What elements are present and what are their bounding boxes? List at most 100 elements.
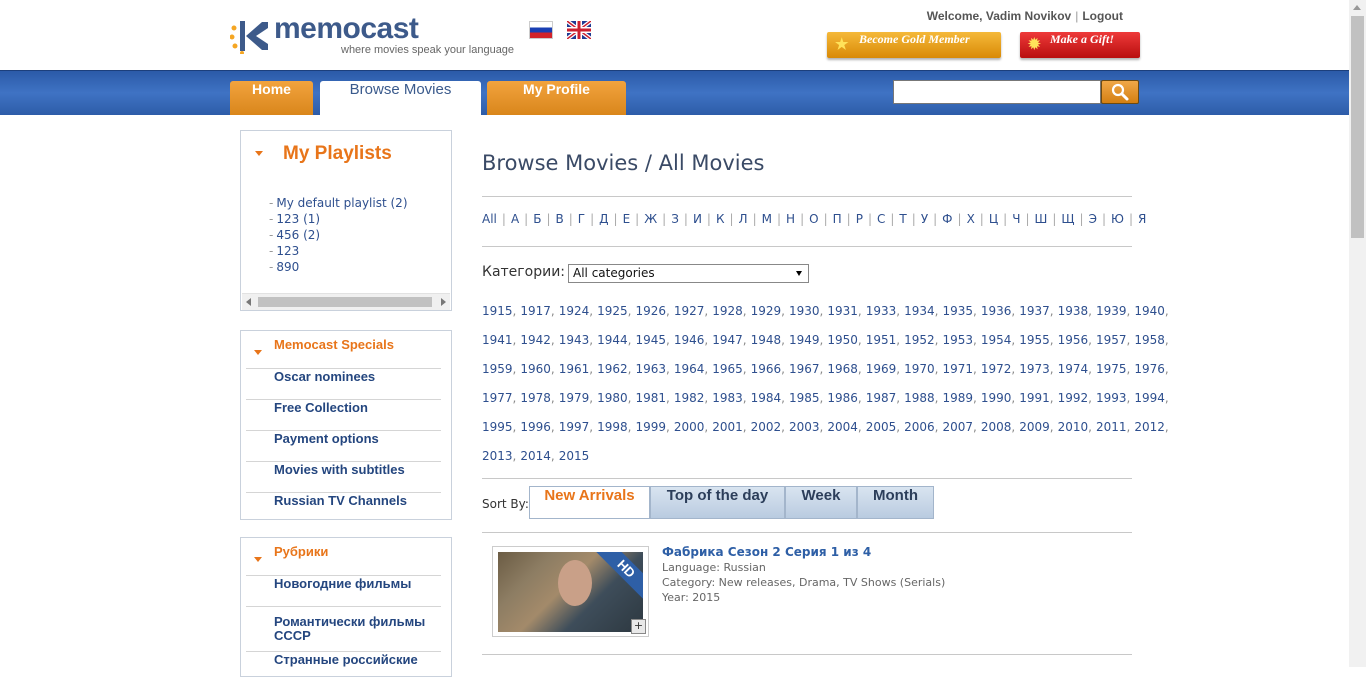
logout-link[interactable]: Logout (1082, 9, 1123, 23)
alphabet-letter-link[interactable]: Н (786, 212, 795, 226)
year-link[interactable]: 1943 (559, 333, 590, 347)
year-link[interactable]: 1964 (674, 362, 705, 376)
year-link[interactable]: 1995 (482, 420, 513, 434)
russian-flag-icon[interactable] (529, 21, 553, 39)
alphabet-letter-link[interactable]: М (762, 212, 772, 226)
year-link[interactable]: 1984 (751, 391, 782, 405)
scroll-left-icon[interactable] (246, 298, 251, 306)
sidebar-item-oscar-nominees[interactable]: Oscar nominees (246, 369, 441, 400)
year-link[interactable]: 1924 (559, 304, 590, 318)
year-link[interactable]: 1958 (1134, 333, 1165, 347)
alphabet-letter-link[interactable]: Г (578, 212, 585, 226)
year-link[interactable]: 1947 (712, 333, 743, 347)
year-link[interactable]: 1990 (981, 391, 1012, 405)
year-link[interactable]: 1993 (1096, 391, 1127, 405)
year-link[interactable]: 1928 (712, 304, 743, 318)
year-link[interactable]: 1973 (1019, 362, 1050, 376)
year-link[interactable]: 1940 (1134, 304, 1165, 318)
alphabet-letter-link[interactable]: Я (1138, 212, 1146, 226)
year-link[interactable]: 1980 (597, 391, 628, 405)
year-link[interactable]: 1977 (482, 391, 513, 405)
year-link[interactable]: 1965 (712, 362, 743, 376)
year-link[interactable]: 2006 (904, 420, 935, 434)
year-link[interactable]: 1978 (520, 391, 551, 405)
year-link[interactable]: 1962 (597, 362, 628, 376)
alphabet-letter-link[interactable]: Ж (644, 212, 657, 226)
sort-new-arrivals[interactable]: New Arrivals (529, 486, 650, 519)
alphabet-letter-link[interactable]: П (833, 212, 842, 226)
year-link[interactable]: 1986 (827, 391, 858, 405)
year-link[interactable]: 1979 (559, 391, 590, 405)
year-link[interactable]: 1983 (712, 391, 743, 405)
year-link[interactable]: 1930 (789, 304, 820, 318)
alphabet-letter-link[interactable]: Т (899, 212, 906, 226)
year-link[interactable]: 2005 (866, 420, 897, 434)
rubriki-heading[interactable]: Рубрики (246, 544, 441, 576)
year-link[interactable]: 1936 (981, 304, 1012, 318)
become-gold-member-button[interactable]: ★ Become Gold Member (827, 32, 1001, 58)
alphabet-letter-link[interactable]: Ф (942, 212, 952, 226)
year-link[interactable]: 1969 (866, 362, 897, 376)
triangle-down-icon[interactable] (255, 151, 263, 156)
year-link[interactable]: 1945 (636, 333, 667, 347)
year-link[interactable]: 1991 (1019, 391, 1050, 405)
year-link[interactable]: 1997 (559, 420, 590, 434)
alphabet-letter-link[interactable]: И (693, 212, 702, 226)
alphabet-letter-link[interactable]: Х (967, 212, 975, 226)
year-link[interactable]: 1931 (827, 304, 858, 318)
alphabet-letter-link[interactable]: Ю (1111, 212, 1124, 226)
year-link[interactable]: 1952 (904, 333, 935, 347)
year-link[interactable]: 1967 (789, 362, 820, 376)
year-link[interactable]: 1937 (1019, 304, 1050, 318)
alphabet-letter-link[interactable]: All (482, 212, 497, 226)
playlist-item[interactable]: -123 (1) (269, 211, 408, 227)
alphabet-letter-link[interactable]: В (555, 212, 563, 226)
year-link[interactable]: 2008 (981, 420, 1012, 434)
memocast-logo[interactable]: memocast where movies speak your languag… (230, 12, 514, 60)
alphabet-letter-link[interactable]: Е (623, 212, 631, 226)
year-link[interactable]: 1970 (904, 362, 935, 376)
category-select[interactable]: All categories (568, 264, 809, 283)
year-link[interactable]: 2004 (827, 420, 858, 434)
year-link[interactable]: 2001 (712, 420, 743, 434)
sidebar-item-payment-options[interactable]: Payment options (246, 431, 441, 462)
scrollbar-thumb[interactable] (1351, 16, 1364, 238)
tab-browse-movies[interactable]: Browse Movies (320, 81, 481, 115)
year-link[interactable]: 2013 (482, 449, 513, 463)
year-link[interactable]: 1933 (866, 304, 897, 318)
year-link[interactable]: 1963 (636, 362, 667, 376)
alphabet-letter-link[interactable]: Д (599, 212, 608, 226)
year-link[interactable]: 2014 (520, 449, 551, 463)
year-link[interactable]: 2009 (1019, 420, 1050, 434)
year-link[interactable]: 1998 (597, 420, 628, 434)
year-link[interactable]: 1955 (1019, 333, 1050, 347)
year-link[interactable]: 2007 (943, 420, 974, 434)
year-link[interactable]: 1985 (789, 391, 820, 405)
year-link[interactable]: 1971 (943, 362, 974, 376)
year-link[interactable]: 1951 (866, 333, 897, 347)
playlists-title[interactable]: My Playlists (283, 143, 392, 165)
specials-heading[interactable]: Memocast Specials (246, 337, 441, 369)
sort-month[interactable]: Month (857, 486, 934, 519)
alphabet-letter-link[interactable]: Б (533, 212, 541, 226)
scroll-up-icon[interactable] (1353, 5, 1361, 10)
playlist-item[interactable]: - My default playlist (2) (269, 195, 408, 211)
year-link[interactable]: 1956 (1058, 333, 1089, 347)
sidebar-item-romantic-ussr-films[interactable]: Романтически фильмы СССР (246, 607, 441, 652)
year-link[interactable]: 1975 (1096, 362, 1127, 376)
year-link[interactable]: 1981 (636, 391, 667, 405)
year-link[interactable]: 1968 (827, 362, 858, 376)
sidebar-item-movies-with-subtitles[interactable]: Movies with subtitles (246, 462, 441, 493)
sidebar-item-free-collection[interactable]: Free Collection (246, 400, 441, 431)
year-link[interactable]: 2012 (1134, 420, 1165, 434)
year-link[interactable]: 1929 (751, 304, 782, 318)
tab-my-profile[interactable]: My Profile (487, 81, 626, 115)
year-link[interactable]: 1953 (943, 333, 974, 347)
alphabet-letter-link[interactable]: Л (739, 212, 748, 226)
year-link[interactable]: 1972 (981, 362, 1012, 376)
year-link[interactable]: 1992 (1058, 391, 1089, 405)
playlists-horizontal-scrollbar[interactable] (242, 293, 450, 310)
alphabet-letter-link[interactable]: Ц (989, 212, 998, 226)
sort-week[interactable]: Week (785, 486, 857, 519)
playlist-item[interactable]: -890 (269, 259, 408, 275)
